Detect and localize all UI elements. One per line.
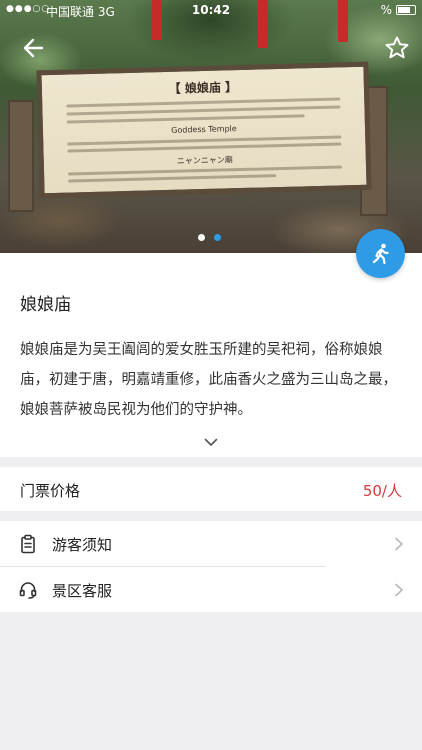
chevron-right-icon xyxy=(395,537,403,551)
temple-signboard: 【 娘娘庙 】 Goddess Temple ニャンニャン廟 xyxy=(36,61,372,199)
customer-service-row[interactable]: 景区客服 xyxy=(0,567,422,612)
carousel-dot[interactable] xyxy=(198,234,205,241)
back-button[interactable] xyxy=(18,33,48,63)
expand-description-button[interactable] xyxy=(203,435,219,449)
ticket-price-row: 门票价格 50/人 xyxy=(0,467,422,511)
battery-icon xyxy=(396,5,416,15)
visitor-notice-label: 游客须知 xyxy=(52,536,113,554)
attraction-title: 娘娘庙 xyxy=(20,295,71,315)
sign-title: 【 娘娘庙 】 xyxy=(168,80,238,96)
navigate-walk-button[interactable] xyxy=(356,229,405,278)
attraction-description: 娘娘庙是为吴王阖闾的爱女胜玉所建的吴祀祠，俗称娘娘庙，初建于唐，明嘉靖重修，此庙… xyxy=(20,342,397,418)
visitor-notice-row[interactable]: 游客须知 xyxy=(0,521,422,567)
sign-text-line xyxy=(66,114,305,124)
headset-icon xyxy=(19,582,37,599)
attraction-info-card: 娘娘庙 娘娘庙是为吴王阖闾的爱女胜玉所建的吴祀祠，俗称娘娘庙，初建于唐，明嘉靖重… xyxy=(0,253,422,457)
customer-service-label: 景区客服 xyxy=(52,582,113,600)
battery-percent: % xyxy=(380,3,392,17)
status-bar: ●●●○○ 中国联通 3G 10:42 % xyxy=(0,0,422,22)
chevron-down-icon xyxy=(204,438,218,446)
favorite-button[interactable] xyxy=(382,33,412,63)
hero-photo[interactable]: 【 娘娘庙 】 Goddess Temple ニャンニャン廟 xyxy=(0,0,422,253)
attraction-detail-screen: 【 娘娘庙 】 Goddess Temple ニャンニャン廟 ●●●○○ 中国联… xyxy=(0,0,422,750)
carousel-indicator[interactable] xyxy=(198,234,221,241)
status-time: 10:42 xyxy=(191,3,231,17)
walking-person-icon xyxy=(372,243,389,264)
ticket-price-label: 门票价格 xyxy=(20,482,81,500)
star-outline-icon xyxy=(385,36,409,59)
ticket-price-value: 50/人 xyxy=(362,482,402,500)
carousel-dot-active[interactable] xyxy=(214,234,221,241)
clipboard-icon xyxy=(21,534,35,554)
sign-post-left xyxy=(8,100,34,212)
back-arrow-icon xyxy=(23,38,44,58)
chevron-right-icon xyxy=(395,583,403,597)
info-list: 游客须知 景区客服 xyxy=(0,521,422,612)
sign-text-line xyxy=(68,174,277,183)
